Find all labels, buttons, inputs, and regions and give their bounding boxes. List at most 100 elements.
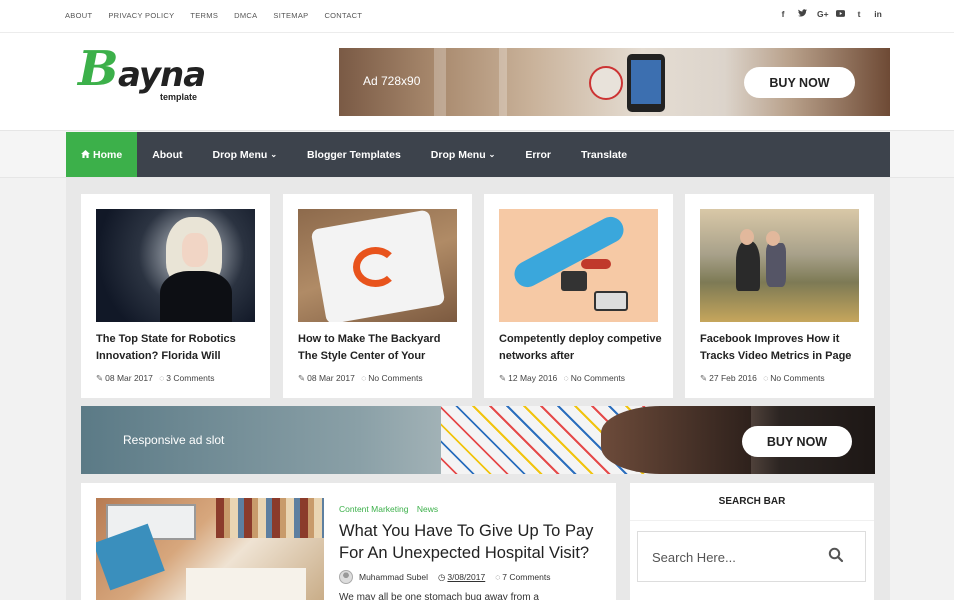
ad-decoration: [601, 406, 751, 474]
post-meta: ✎ 27 Feb 2016 ◌ No Comments: [700, 373, 825, 384]
post-title[interactable]: Competently deploy competive networks af…: [499, 331, 663, 365]
post-date: 12 May 2016: [508, 373, 558, 383]
post-thumbnail[interactable]: [96, 209, 255, 322]
post-comments[interactable]: No Comments: [571, 373, 625, 383]
search-box: [637, 531, 866, 582]
featured-post-image[interactable]: [96, 498, 324, 600]
image-detail: [740, 229, 754, 245]
nav-item-label: Drop Menu: [430, 148, 486, 161]
post-card[interactable]: The Top State for Robotics Innovation? F…: [81, 194, 270, 398]
post-comments[interactable]: No Comments: [368, 373, 422, 383]
top-link-about[interactable]: ABOUT: [65, 11, 92, 20]
featured-post: Content Marketing News What You Have To …: [81, 483, 616, 600]
image-detail: [766, 243, 786, 287]
post-author[interactable]: Muhammad Subel: [359, 572, 428, 582]
header-buy-now-button[interactable]: BUY NOW: [744, 67, 855, 98]
nav-item-drop-menu-2[interactable]: Drop Menu ⌄: [416, 132, 511, 177]
image-detail: [182, 233, 208, 267]
post-date: 08 Mar 2017: [307, 373, 355, 383]
nav-item-about[interactable]: About: [137, 132, 197, 177]
post-thumbnail[interactable]: [700, 209, 859, 322]
top-link-privacy-policy[interactable]: PRIVACY POLICY: [108, 11, 174, 20]
header-ad-banner[interactable]: Ad 728x90 BUY NOW: [339, 48, 890, 116]
top-link-sitemap[interactable]: SITEMAP: [273, 11, 308, 20]
comment-icon: ◌: [361, 373, 367, 383]
post-comments[interactable]: No Comments: [770, 373, 824, 383]
chevron-down-icon: ⌄: [270, 150, 278, 159]
logo-letter: B: [78, 41, 119, 97]
nav-item-home[interactable]: Home: [66, 132, 138, 177]
edit-icon: ✎: [499, 373, 507, 383]
image-detail: [581, 259, 611, 269]
clock-icon: ◷: [437, 571, 446, 582]
post-date: 27 Feb 2016: [709, 373, 757, 383]
edit-icon: ✎: [298, 373, 306, 383]
nav-item-label: Drop Menu: [212, 148, 268, 161]
nav-item-label: Home: [93, 148, 123, 161]
image-detail: [353, 247, 398, 287]
image-detail: [766, 231, 780, 246]
post-meta: ✎ 08 Mar 2017 ◌ 3 Comments: [96, 373, 214, 384]
tag-link[interactable]: News: [417, 504, 438, 514]
ad-decoration: [589, 66, 623, 100]
top-link-terms[interactable]: TERMS: [190, 11, 218, 20]
post-title[interactable]: The Top State for Robotics Innovation? F…: [96, 331, 260, 365]
post-card[interactable]: Competently deploy competive networks af…: [484, 194, 673, 398]
nav-item-label: Blogger Templates: [307, 148, 401, 161]
top-bar: ABOUT PRIVACY POLICY TERMS DMCA SITEMAP …: [0, 0, 954, 33]
comment-icon: ◌: [563, 373, 569, 383]
ad-decoration: [499, 48, 507, 116]
comment-icon: ◌: [763, 373, 769, 383]
search-button[interactable]: [828, 547, 848, 567]
post-card[interactable]: Facebook Improves How it Tracks Video Me…: [685, 194, 874, 398]
nav-item-error[interactable]: Error: [510, 132, 566, 177]
post-date[interactable]: 3/08/2017: [447, 572, 485, 582]
ad-phone-image: [627, 54, 665, 112]
facebook-icon[interactable]: f: [779, 9, 787, 19]
comment-icon: ◌: [159, 373, 165, 383]
top-link-dmca[interactable]: DMCA: [234, 11, 257, 20]
avatar: [339, 570, 353, 584]
post-thumbnail[interactable]: [298, 209, 457, 322]
post-comments[interactable]: 3 Comments: [166, 373, 214, 383]
image-detail: [736, 241, 760, 291]
responsive-ad-banner[interactable]: Responsive ad slot BUY NOW: [81, 406, 875, 474]
post-comments[interactable]: 7 Comments: [502, 572, 550, 582]
search-input[interactable]: [652, 546, 812, 568]
social-icons: f G+ t in: [779, 9, 882, 19]
tumblr-icon[interactable]: t: [855, 9, 863, 19]
nav-item-label: Error: [525, 148, 552, 161]
image-detail: [160, 271, 232, 322]
mid-buy-now-button[interactable]: BUY NOW: [742, 426, 852, 457]
nav-item-blogger-templates[interactable]: Blogger Templates: [292, 132, 416, 177]
nav-item-drop-menu[interactable]: Drop Menu ⌄: [198, 132, 293, 177]
comment-icon: ◌: [495, 572, 501, 582]
widget-title: SEARCH BAR: [630, 483, 874, 521]
nav-item-translate[interactable]: Translate: [566, 132, 642, 177]
top-link-contact[interactable]: CONTACT: [324, 11, 362, 20]
post-title[interactable]: Facebook Improves How it Tracks Video Me…: [700, 331, 864, 365]
image-detail: [186, 568, 306, 600]
featured-post-title[interactable]: What You Have To Give Up To Pay For An U…: [339, 520, 607, 564]
image-detail: [594, 291, 628, 311]
post-excerpt: We may all be one stomach bug away from …: [339, 592, 539, 600]
top-links: ABOUT PRIVACY POLICY TERMS DMCA SITEMAP …: [65, 11, 378, 20]
post-date: 08 Mar 2017: [105, 373, 153, 383]
image-detail: [561, 271, 587, 291]
chevron-down-icon: ⌄: [488, 150, 496, 159]
youtube-icon[interactable]: [836, 9, 845, 19]
linkedin-icon[interactable]: in: [874, 9, 882, 19]
post-title[interactable]: How to Make The Backyard The Style Cente…: [298, 331, 462, 365]
tag-link[interactable]: Content Marketing: [339, 504, 408, 514]
logo-word: ayna: [118, 55, 206, 95]
twitter-icon[interactable]: [798, 9, 807, 19]
post-card[interactable]: How to Make The Backyard The Style Cente…: [283, 194, 472, 398]
post-thumbnail[interactable]: [499, 209, 658, 322]
site-logo[interactable]: B ayna template: [78, 41, 218, 105]
search-icon: [828, 547, 844, 563]
image-detail: [216, 498, 324, 538]
google-plus-icon[interactable]: G+: [817, 9, 829, 19]
header-ad-label: Ad 728x90: [363, 74, 421, 88]
main-nav: Home About Drop Menu ⌄ Blogger Templates…: [66, 132, 890, 177]
post-tags: Content Marketing News: [339, 504, 444, 514]
